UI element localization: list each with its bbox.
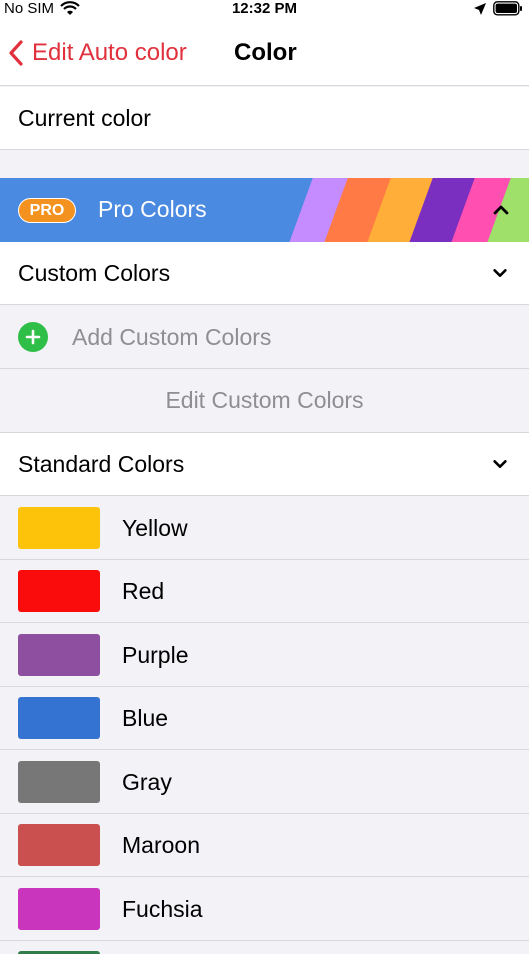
- status-bar: No SIM 12:32 PM: [0, 0, 529, 20]
- battery-icon: [493, 1, 522, 16]
- current-color-row[interactable]: Current color: [0, 87, 529, 150]
- pro-badge: PRO: [18, 198, 76, 223]
- standard-colors-label: Standard Colors: [18, 450, 185, 477]
- color-swatch: [18, 634, 100, 676]
- status-time: 12:32 PM: [231, 0, 298, 17]
- chevron-down-icon: [493, 269, 507, 277]
- color-swatch: [18, 570, 100, 612]
- color-row-blue[interactable]: Blue: [0, 687, 529, 750]
- color-swatch: [18, 824, 100, 866]
- edit-custom-colors-label: Edit Custom Colors: [165, 387, 364, 413]
- pro-colors-label: Pro Colors: [98, 196, 207, 222]
- color-row-purple[interactable]: Purple: [0, 623, 529, 687]
- color-swatch: [18, 697, 100, 739]
- color-swatch: [18, 888, 100, 930]
- custom-colors-header[interactable]: Custom Colors: [0, 242, 529, 305]
- color-row-partial[interactable]: [0, 941, 529, 954]
- status-right: [473, 1, 523, 16]
- pro-colors-banner[interactable]: PRO Pro Colors: [0, 178, 529, 242]
- custom-colors-label: Custom Colors: [18, 259, 171, 286]
- chevron-left-icon: [9, 40, 23, 66]
- color-name: Yellow: [122, 515, 188, 541]
- standard-colors-header[interactable]: Standard Colors: [0, 433, 529, 496]
- chevron-up-icon: [493, 205, 509, 215]
- chevron-down-icon: [493, 460, 507, 468]
- color-name: Fuchsia: [122, 896, 203, 922]
- color-row-red[interactable]: Red: [0, 560, 529, 623]
- navigation-bar: Edit Auto color Color: [0, 20, 529, 86]
- current-color-label: Current color: [18, 104, 151, 131]
- color-swatch: [18, 761, 100, 803]
- color-name: Red: [122, 578, 165, 604]
- color-row-yellow[interactable]: Yellow: [0, 496, 529, 560]
- location-arrow-icon: [474, 2, 486, 15]
- edit-custom-colors-button[interactable]: Edit Custom Colors: [0, 369, 529, 433]
- color-name: Maroon: [122, 832, 200, 858]
- back-button[interactable]: Edit Auto color: [8, 20, 187, 86]
- pro-badge-label: PRO: [29, 201, 65, 219]
- add-custom-colors-label: Add Custom Colors: [72, 324, 272, 350]
- add-custom-colors-row[interactable]: Add Custom Colors: [0, 305, 529, 369]
- color-row-maroon[interactable]: Maroon: [0, 814, 529, 877]
- page-title: Color: [234, 39, 297, 66]
- color-name: Gray: [122, 769, 172, 795]
- color-swatch: [18, 507, 100, 549]
- color-name: Purple: [122, 642, 189, 668]
- back-label: Edit Auto color: [32, 39, 187, 66]
- color-row-gray[interactable]: Gray: [0, 750, 529, 814]
- color-row-fuchsia[interactable]: Fuchsia: [0, 877, 529, 941]
- color-name: Blue: [122, 705, 169, 731]
- add-icon: [18, 322, 48, 352]
